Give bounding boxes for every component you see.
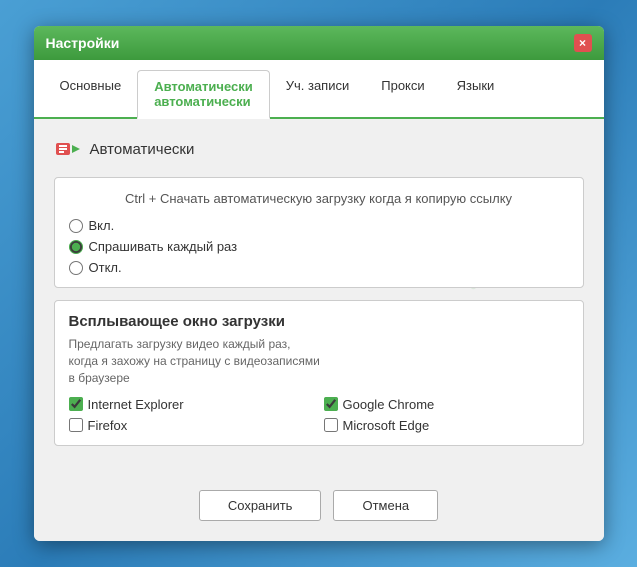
checkbox-firefox-input[interactable] bbox=[69, 418, 83, 432]
section-title: Автоматически bbox=[90, 141, 195, 158]
checkbox-edge-label: Microsoft Edge bbox=[343, 418, 430, 433]
checkbox-chrome-label: Google Chrome bbox=[343, 397, 435, 412]
section-header: Автоматически bbox=[54, 135, 584, 163]
auto-download-box: Ctrl + Cначать автоматическую загрузку к… bbox=[54, 177, 584, 288]
radio-ask-input[interactable] bbox=[69, 240, 83, 254]
content-area: Автоматически Ctrl + Cначать автоматичес… bbox=[34, 119, 604, 474]
checkbox-ie-label: Internet Explorer bbox=[88, 397, 184, 412]
radio-on-label: Вкл. bbox=[89, 218, 115, 233]
radio-group: Вкл. Спрашивать каждый раз Откл. bbox=[69, 218, 569, 275]
box2-title: Всплывающее окно загрузки bbox=[69, 313, 569, 330]
radio-ask[interactable]: Спрашивать каждый раз bbox=[69, 239, 569, 254]
settings-dialog: Настройки × Основные Автоматическиавтома… bbox=[34, 26, 604, 541]
title-bar: Настройки × bbox=[34, 26, 604, 60]
checkbox-edge-input[interactable] bbox=[324, 418, 338, 432]
radio-on-input[interactable] bbox=[69, 219, 83, 233]
checkbox-ie[interactable]: Internet Explorer bbox=[69, 397, 314, 412]
cancel-button[interactable]: Отмена bbox=[333, 490, 438, 521]
checkbox-grid: Internet Explorer Google Chrome Firefox … bbox=[69, 397, 569, 433]
radio-off-label: Откл. bbox=[89, 260, 122, 275]
radio-off-input[interactable] bbox=[69, 261, 83, 275]
checkbox-chrome-input[interactable] bbox=[324, 397, 338, 411]
tab-proxy[interactable]: Прокси bbox=[365, 70, 440, 117]
radio-on[interactable]: Вкл. bbox=[69, 218, 569, 233]
tab-languages[interactable]: Языки bbox=[441, 70, 511, 117]
tabs-container: Основные Автоматическиавтоматически Уч. … bbox=[34, 60, 604, 119]
tab-accounts[interactable]: Уч. записи bbox=[270, 70, 366, 117]
tab-auto[interactable]: Автоматическиавтоматически bbox=[137, 70, 270, 119]
box2-desc: Предлагать загрузку видео каждый раз, ко… bbox=[69, 336, 569, 386]
auto-icon bbox=[54, 135, 82, 163]
checkbox-firefox[interactable]: Firefox bbox=[69, 418, 314, 433]
checkbox-ie-input[interactable] bbox=[69, 397, 83, 411]
box1-title: Ctrl + Cначать автоматическую загрузку к… bbox=[69, 190, 569, 208]
footer: Сохранить Отмена bbox=[34, 474, 604, 541]
popup-box: Всплывающее окно загрузки Предлагать заг… bbox=[54, 300, 584, 445]
radio-ask-label: Спрашивать каждый раз bbox=[89, 239, 238, 254]
checkbox-edge[interactable]: Microsoft Edge bbox=[324, 418, 569, 433]
save-button[interactable]: Сохранить bbox=[199, 490, 322, 521]
dialog-title: Настройки bbox=[46, 35, 120, 51]
radio-off[interactable]: Откл. bbox=[69, 260, 569, 275]
close-button[interactable]: × bbox=[574, 34, 592, 52]
checkbox-firefox-label: Firefox bbox=[88, 418, 128, 433]
checkbox-chrome[interactable]: Google Chrome bbox=[324, 397, 569, 412]
tab-basic[interactable]: Основные bbox=[44, 70, 138, 117]
